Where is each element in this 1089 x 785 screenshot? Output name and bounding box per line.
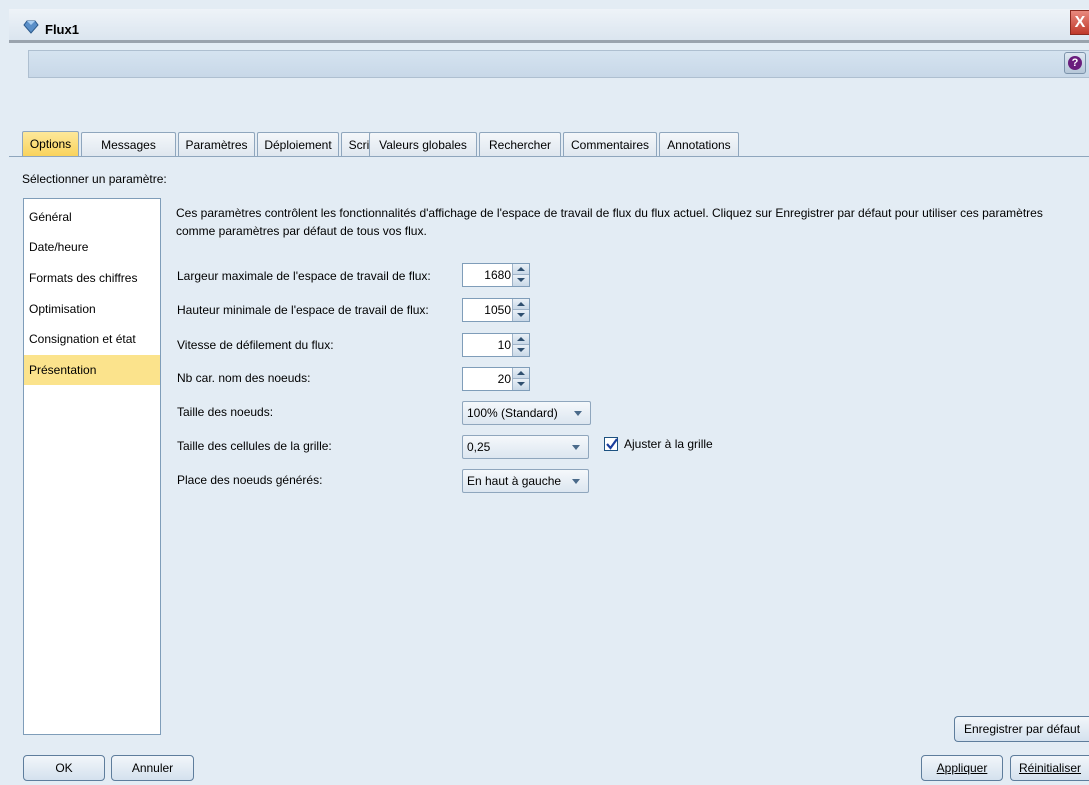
reset-button[interactable]: Réinitialiser xyxy=(1010,755,1089,781)
chevron-down-icon xyxy=(574,411,582,416)
snap-to-grid-label[interactable]: Ajuster à la grille xyxy=(624,437,713,451)
node-name-chars-label: Nb car. nom des noeuds: xyxy=(177,371,311,385)
node-size-value: 100% (Standard) xyxy=(467,406,558,420)
tab-messages[interactable]: Messages xyxy=(81,132,176,156)
max-width-spinner[interactable]: 1680 xyxy=(462,263,530,287)
node-size-label: Taille des noeuds: xyxy=(177,405,274,419)
sidebar-item-general[interactable]: Général xyxy=(24,202,160,232)
ok-button[interactable]: OK xyxy=(23,755,105,781)
close-button[interactable]: X xyxy=(1070,10,1089,35)
max-width-value[interactable]: 1680 xyxy=(484,264,511,286)
min-height-label: Hauteur minimale de l'espace de travail … xyxy=(177,303,429,317)
max-width-label: Largeur maximale de l'espace de travail … xyxy=(177,269,431,283)
min-height-spinner[interactable]: 1050 xyxy=(462,298,530,322)
scroll-speed-value[interactable]: 10 xyxy=(498,334,511,356)
chevron-down-icon xyxy=(572,445,580,450)
sidebar-item-optimisation[interactable]: Optimisation xyxy=(24,294,160,324)
spin-down-icon[interactable] xyxy=(513,345,529,356)
node-name-chars-value[interactable]: 20 xyxy=(498,368,511,390)
sidebar-item-date-heure[interactable]: Date/heure xyxy=(24,232,160,262)
snap-to-grid-checkbox[interactable] xyxy=(604,437,618,451)
stream-diamond-icon xyxy=(23,20,39,34)
tab-valeurs-globales[interactable]: Valeurs globales xyxy=(369,132,477,156)
window-title: Flux1 xyxy=(45,22,79,37)
checkmark-icon xyxy=(606,438,618,450)
select-setting-label: Sélectionner un paramètre: xyxy=(22,172,167,186)
cancel-button[interactable]: Annuler xyxy=(111,755,194,781)
grid-cell-size-value: 0,25 xyxy=(467,440,491,454)
toolbar-strip xyxy=(28,50,1089,78)
title-bar: Flux1 xyxy=(9,9,1089,41)
close-icon: X xyxy=(1074,14,1086,31)
spin-up-icon[interactable] xyxy=(513,264,529,275)
tab-divider xyxy=(9,156,1089,157)
generated-nodes-place-value: En haut à gauche xyxy=(467,474,562,488)
spin-buttons xyxy=(512,368,529,390)
tab-rechercher[interactable]: Rechercher xyxy=(479,132,561,156)
node-name-chars-spinner[interactable]: 20 xyxy=(462,367,530,391)
spin-up-icon[interactable] xyxy=(513,368,529,379)
help-icon: ? xyxy=(1068,56,1082,70)
scroll-speed-label: Vitesse de défilement du flux: xyxy=(177,338,334,352)
apply-button[interactable]: Appliquer xyxy=(921,755,1003,781)
min-height-value[interactable]: 1050 xyxy=(484,299,511,321)
grid-cell-size-dropdown[interactable]: 0,25 xyxy=(462,435,589,459)
sidebar-item-presentation[interactable]: Présentation xyxy=(24,355,160,385)
node-size-dropdown[interactable]: 100% (Standard) xyxy=(462,401,591,425)
spin-down-icon[interactable] xyxy=(513,310,529,321)
grid-cell-size-label: Taille des cellules de la grille: xyxy=(177,439,332,453)
description-text: Ces paramètres contrôlent les fonctionna… xyxy=(176,206,1043,238)
spin-up-icon[interactable] xyxy=(513,334,529,345)
spin-buttons xyxy=(512,334,529,356)
sidebar-item-formats-chiffres[interactable]: Formats des chiffres xyxy=(24,263,160,293)
header-divider xyxy=(9,40,1089,43)
sidebar-item-consignation[interactable]: Consignation et état xyxy=(24,324,160,354)
help-button[interactable]: ? xyxy=(1064,52,1086,74)
save-default-button[interactable]: Enregistrer par défaut xyxy=(954,716,1089,742)
tab-commentaires[interactable]: Commentaires xyxy=(563,132,657,156)
dialog-window: Flux1 X ? Options Messages Paramètres Dé… xyxy=(0,0,1089,785)
scroll-speed-spinner[interactable]: 10 xyxy=(462,333,530,357)
generated-nodes-place-dropdown[interactable]: En haut à gauche xyxy=(462,469,589,493)
tab-parametres[interactable]: Paramètres xyxy=(178,132,255,156)
spin-buttons xyxy=(512,299,529,321)
chevron-down-icon xyxy=(572,479,580,484)
tab-annotations[interactable]: Annotations xyxy=(659,132,739,156)
spin-up-icon[interactable] xyxy=(513,299,529,310)
spin-down-icon[interactable] xyxy=(513,275,529,286)
tab-deploiement[interactable]: Déploiement xyxy=(257,132,339,156)
settings-list: Général Date/heure Formats des chiffres … xyxy=(23,198,161,735)
tab-options[interactable]: Options xyxy=(22,131,79,157)
spin-buttons xyxy=(512,264,529,286)
spin-down-icon[interactable] xyxy=(513,379,529,390)
generated-nodes-place-label: Place des noeuds générés: xyxy=(177,473,323,487)
